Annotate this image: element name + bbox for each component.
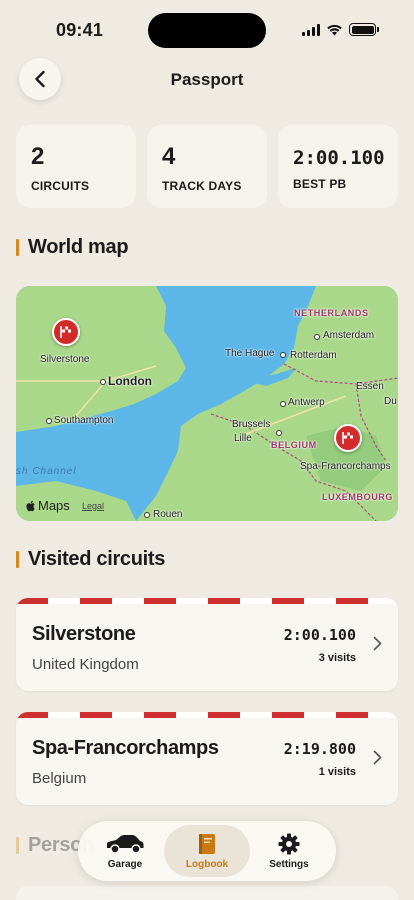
wifi-icon	[327, 24, 342, 35]
status-icons	[302, 23, 379, 36]
stat-track-days: 4 TRACK DAYS	[147, 125, 267, 208]
next-card-edge	[16, 886, 398, 900]
map-label-netherlands: NETHERLANDS	[294, 308, 369, 318]
map-label-the-hague: The Hague	[225, 348, 275, 359]
maps-legal-link[interactable]: Legal	[82, 501, 104, 511]
stat-value: 2	[31, 143, 45, 170]
chevron-right-icon	[373, 750, 382, 765]
map-label-essen: Essen	[356, 381, 384, 392]
dynamic-island	[148, 13, 266, 48]
city-dot	[144, 512, 150, 518]
world-map[interactable]: NETHERLANDS Amsterdam The Hague Rotterda…	[16, 286, 398, 521]
map-label-brussels: Brussels	[232, 419, 271, 430]
map-label-amsterdam: Amsterdam	[323, 330, 375, 341]
checkered-flag-icon	[342, 432, 353, 444]
city-dot	[280, 401, 286, 407]
tab-label: Settings	[269, 858, 309, 870]
circuit-visits: 1 visits	[318, 766, 356, 778]
map-label-luxembourg: LUXEMBOURG	[322, 492, 393, 502]
apple-logo-icon	[26, 500, 35, 511]
circuit-name: Spa-Francorchamps	[32, 737, 219, 759]
tab-bar: Garage Logbook Settings	[78, 821, 336, 881]
stat-label: BEST PB	[293, 177, 347, 191]
stat-label: CIRCUITS	[31, 179, 90, 193]
tab-logbook[interactable]: Logbook	[164, 825, 250, 877]
tab-label: Garage	[107, 858, 143, 870]
battery-icon	[349, 23, 379, 36]
circuit-pin-spa[interactable]	[334, 424, 362, 452]
status-bar: 09:41	[0, 0, 414, 54]
map-label-lille: Lille	[234, 433, 252, 444]
stat-best-pb: 2:00.100 BEST PB	[278, 125, 398, 208]
city-dot	[276, 430, 282, 436]
city-dot	[46, 418, 52, 424]
maps-attribution: Maps	[26, 498, 70, 513]
tab-garage[interactable]: Garage	[82, 825, 168, 877]
car-icon	[107, 834, 144, 854]
chevron-right-icon	[373, 636, 382, 651]
tab-settings[interactable]: Settings	[246, 825, 332, 877]
circuit-country: United Kingdom	[32, 656, 139, 673]
circuit-name: Silverstone	[32, 623, 136, 645]
circuit-best-time: 2:19.800	[283, 740, 356, 758]
map-label-channel: sh Channel	[16, 466, 77, 477]
map-label-belgium: BELGIUM	[271, 440, 317, 450]
checkered-flag-icon	[60, 326, 71, 338]
page-title: Passport	[170, 70, 244, 89]
stat-circuits: 2 CIRCUITS	[16, 125, 136, 208]
tab-label: Logbook	[185, 858, 229, 870]
city-dot	[280, 352, 286, 358]
map-label-spa: Spa-Francorchamps	[300, 461, 391, 472]
map-label-rotterdam: Rotterdam	[290, 350, 337, 361]
kerb-stripe	[16, 712, 398, 718]
map-label-antwerp: Antwerp	[288, 397, 325, 408]
circuit-card-spa[interactable]: Spa-Francorchamps Belgium 2:19.800 1 vis…	[16, 712, 398, 805]
map-label-du: Du	[384, 396, 397, 407]
map-label-rouen: Rouen	[153, 509, 183, 520]
stat-value: 2:00.100	[293, 147, 385, 169]
kerb-stripe	[16, 598, 398, 604]
circuit-visits: 3 visits	[318, 652, 356, 664]
circuit-best-time: 2:00.100	[283, 626, 356, 644]
cellular-signal-icon	[302, 23, 320, 36]
city-dot	[100, 379, 106, 385]
gear-icon	[278, 833, 300, 854]
map-label-southampton: Southampton	[54, 415, 114, 426]
section-title-world-map: World map	[16, 236, 129, 259]
circuit-pin-silverstone[interactable]	[52, 318, 80, 346]
status-time: 09:41	[56, 20, 104, 40]
maps-brand-label: Maps	[38, 498, 70, 513]
map-label-silverstone: Silverstone	[40, 354, 90, 365]
map-label-london: London	[108, 374, 152, 388]
stat-value: 4	[162, 143, 176, 170]
circuit-card-silverstone[interactable]: Silverstone United Kingdom 2:00.100 3 vi…	[16, 598, 398, 691]
section-title-visited-circuits: Visited circuits	[16, 548, 165, 571]
book-icon	[199, 833, 215, 854]
stat-label: TRACK DAYS	[162, 179, 242, 193]
city-dot	[314, 334, 320, 340]
circuit-country: Belgium	[32, 770, 87, 787]
